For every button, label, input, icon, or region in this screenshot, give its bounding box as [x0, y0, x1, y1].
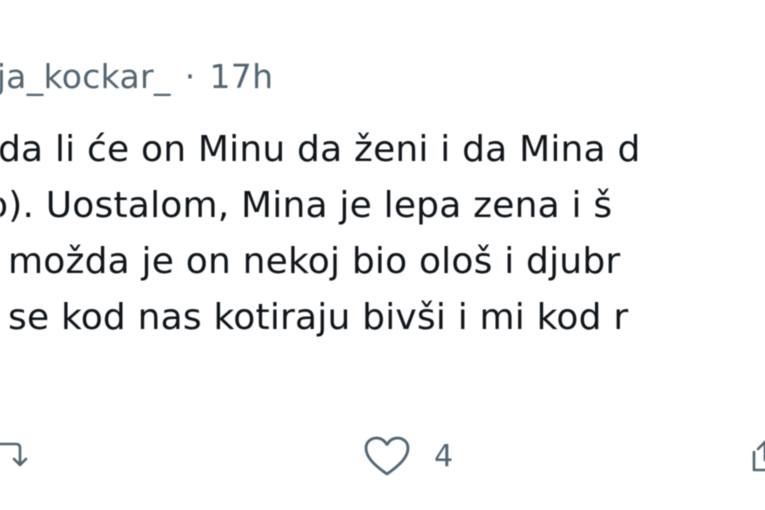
post-timestamp[interactable]: 17h — [209, 57, 273, 96]
like-button[interactable]: 4 — [362, 434, 453, 478]
post-text-line: da li će on Minu da ženi i da Mina d — [0, 129, 641, 170]
post-actions: 4 — [0, 430, 765, 480]
post-header: tija_kockar_ · 17h — [0, 52, 273, 100]
post-text-line: možda je on nekoj bio ološ i djubr — [8, 241, 621, 282]
post-text: da li će on Minu da ženi i da Mina d o).… — [0, 122, 765, 346]
like-count: 4 — [434, 438, 454, 474]
heart-icon — [364, 436, 410, 476]
separator-dot: · — [184, 56, 196, 96]
retweet-icon[interactable] — [0, 438, 28, 472]
username-link[interactable]: tija_kockar_ — [0, 57, 171, 96]
post-card[interactable]: tija_kockar_ · 17h da li će on Minu da ž… — [0, 0, 765, 510]
share-icon[interactable] — [748, 438, 765, 474]
post-text-line: se kod nas kotiraju bivši i mi kod r — [8, 297, 629, 338]
post-text-line: o). Uostalom, Mina je lepa zena i š — [0, 185, 613, 226]
